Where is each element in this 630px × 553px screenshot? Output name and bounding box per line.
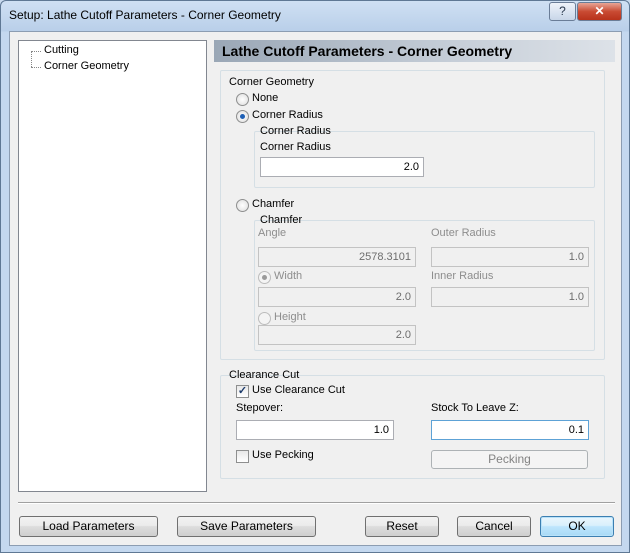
radio-none[interactable] bbox=[236, 93, 249, 106]
inner-radius-label: Inner Radius bbox=[431, 270, 494, 282]
page-title: Lathe Cutoff Parameters - Corner Geometr… bbox=[214, 40, 615, 62]
radio-corner-radius-label[interactable]: Corner Radius bbox=[252, 109, 323, 121]
inner-radius-input[interactable]: 1.0 bbox=[431, 287, 589, 307]
radio-selected-dot bbox=[240, 114, 245, 119]
tree-item-cutting[interactable]: Cutting bbox=[44, 44, 79, 56]
ok-button[interactable]: OK bbox=[540, 516, 614, 537]
height-input[interactable]: 2.0 bbox=[258, 325, 416, 345]
reset-button[interactable]: Reset bbox=[365, 516, 439, 537]
corner-radius-field-label: Corner Radius bbox=[260, 141, 331, 153]
outer-radius-input[interactable]: 1.0 bbox=[431, 247, 589, 267]
tree-connector bbox=[31, 51, 32, 67]
footer-separator bbox=[18, 502, 615, 504]
width-input[interactable]: 2.0 bbox=[258, 287, 416, 307]
radio-none-label[interactable]: None bbox=[252, 92, 278, 104]
stepover-label: Stepover: bbox=[236, 402, 284, 414]
dialog-body: Cutting Corner Geometry Lathe Cutoff Par… bbox=[9, 31, 622, 546]
radio-chamfer-label[interactable]: Chamfer bbox=[252, 198, 294, 210]
tree-item-corner-geometry[interactable]: Corner Geometry bbox=[44, 60, 129, 72]
radio-width[interactable] bbox=[258, 271, 271, 284]
radio-height-label[interactable]: Height bbox=[274, 311, 306, 323]
use-pecking-label[interactable]: Use Pecking bbox=[252, 449, 314, 461]
corner-radius-input[interactable]: 2.0 bbox=[260, 157, 424, 177]
use-clearance-cut-label[interactable]: Use Clearance Cut bbox=[252, 384, 345, 396]
outer-radius-label: Outer Radius bbox=[431, 227, 496, 239]
angle-label: Angle bbox=[258, 227, 287, 239]
close-button[interactable]: ✕ bbox=[577, 2, 622, 21]
save-parameters-button[interactable]: Save Parameters bbox=[177, 516, 316, 537]
help-button[interactable]: ? bbox=[549, 2, 576, 21]
use-clearance-cut-checkbox[interactable]: ✓ bbox=[236, 385, 249, 398]
tree-connector bbox=[31, 67, 41, 68]
stock-to-leave-z-input[interactable]: 0.1 bbox=[431, 420, 589, 440]
use-pecking-checkbox[interactable] bbox=[236, 450, 249, 463]
pecking-button[interactable]: Pecking bbox=[431, 450, 588, 469]
page-tree: Cutting Corner Geometry bbox=[18, 40, 207, 492]
radio-height[interactable] bbox=[258, 312, 271, 325]
dialog-window: Setup: Lathe Cutoff Parameters - Corner … bbox=[0, 0, 630, 553]
radio-chamfer[interactable] bbox=[236, 199, 249, 212]
chamfer-group-label: Chamfer bbox=[260, 214, 303, 226]
cancel-button[interactable]: Cancel bbox=[457, 516, 531, 537]
window-title: Setup: Lathe Cutoff Parameters - Corner … bbox=[9, 8, 281, 22]
clearance-cut-group-label: Clearance Cut bbox=[229, 369, 300, 381]
stepover-input[interactable]: 1.0 bbox=[236, 420, 394, 440]
radio-width-label[interactable]: Width bbox=[274, 270, 302, 282]
tree-connector bbox=[31, 51, 41, 52]
corner-radius-group-label: Corner Radius bbox=[260, 125, 331, 137]
angle-input[interactable]: 2578.3101 bbox=[258, 247, 416, 267]
stock-to-leave-z-label: Stock To Leave Z: bbox=[431, 402, 519, 414]
radio-selected-dot bbox=[262, 275, 267, 280]
radio-corner-radius[interactable] bbox=[236, 110, 249, 123]
corner-geometry-group-label: Corner Geometry bbox=[229, 76, 314, 88]
load-parameters-button[interactable]: Load Parameters bbox=[19, 516, 158, 537]
